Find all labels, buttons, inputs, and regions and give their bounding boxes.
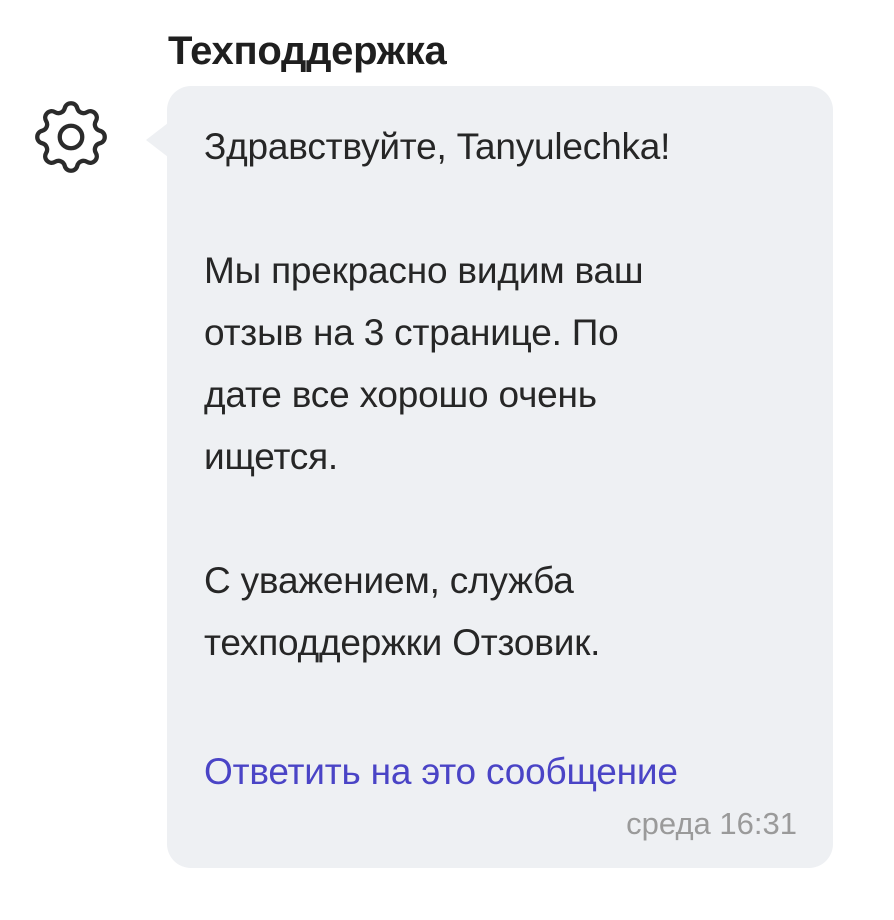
message-body-line: дате все хорошо очень [204, 374, 597, 415]
avatar [26, 92, 116, 182]
message-sender-name: Техподдержка [168, 29, 447, 73]
message-body-line: отзыв на 3 странице. По [204, 312, 619, 353]
bubble-tail [146, 123, 168, 157]
message-greeting: Здравствуйте, Tanyulechka! [204, 126, 671, 167]
reply-link[interactable]: Ответить на это сообщение [204, 741, 678, 803]
message-signature-line: С уважением, служба [204, 560, 574, 601]
message-bubble: Здравствуйте, Tanyulechka! Мы прекрасно … [167, 86, 833, 868]
message-body-line: ищется. [204, 436, 338, 477]
gear-icon [35, 101, 107, 173]
message-body-line: Мы прекрасно видим ваш [204, 250, 644, 291]
message-timestamp: среда 16:31 [626, 806, 797, 841]
message-signature-line: техподдержки Отзовик. [204, 622, 601, 663]
